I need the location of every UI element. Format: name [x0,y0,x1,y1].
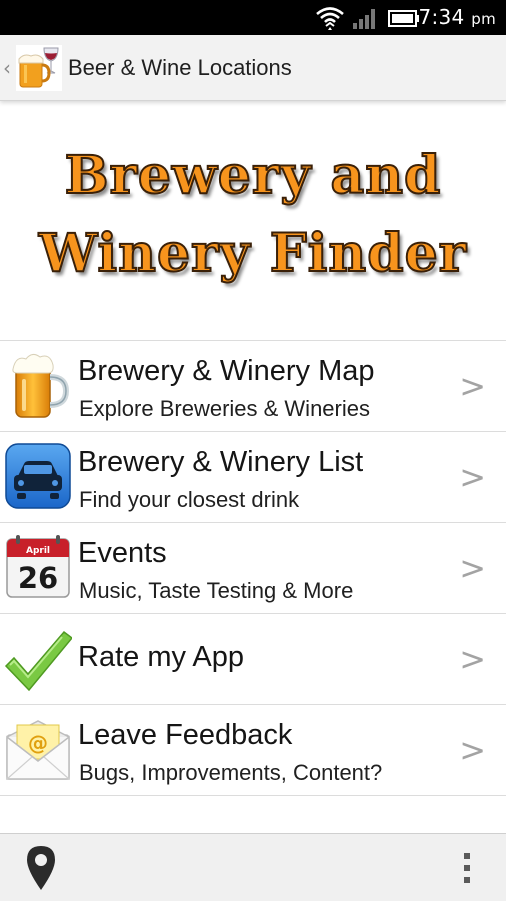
menu-item-title: Rate my App [78,641,245,673]
chevron-left-icon[interactable]: ‹ [3,56,11,80]
menu-item-subtitle: Bugs, Improvements, Content? [79,760,383,785]
page-title: Beer & Wine Locations [68,55,292,80]
car-icon [5,443,71,509]
banner-line-1: Brewery and [64,144,442,207]
menu-item-brewery-list[interactable]: Brewery & Winery List Find your closest … [0,432,506,523]
beer-mug-icon [12,353,70,418]
chevron-right-icon: > [459,367,486,405]
menu-item-title: Brewery & Winery Map [78,355,375,387]
menu-item-title: Events [78,537,167,569]
menu-item-feedback[interactable]: @ Leave Feedback Bugs, Improvements, Con… [0,705,506,796]
chevron-right-icon: > [459,549,486,587]
menu-item-title: Leave Feedback [78,719,293,751]
location-pin-icon[interactable] [24,844,58,892]
calendar-icon: April 26 [6,535,70,598]
menu-item-subtitle: Music, Taste Testing & More [79,578,354,603]
menu-item-brewery-map[interactable]: Brewery & Winery Map Explore Breweries &… [0,341,506,432]
battery-icon [388,10,419,27]
action-bar: ‹ Beer & Wine Locations [0,35,506,101]
signal-icon [353,9,375,29]
banner-line-2: Winery Finder [38,222,468,285]
chevron-right-icon: > [459,458,486,496]
menu-item-rate-app[interactable]: Rate my App > [0,614,506,705]
overflow-menu-icon[interactable] [462,852,472,884]
calendar-month: April [26,546,50,556]
menu-item-events[interactable]: April 26 Events Music, Taste Testing & M… [0,523,506,614]
bottom-bar [0,833,506,901]
svg-text:@: @ [28,731,48,755]
menu-item-title: Brewery & Winery List [78,446,364,478]
chevron-right-icon: > [459,731,486,769]
status-time: 7:34 pm [418,5,496,29]
calendar-day: 26 [18,561,58,595]
wifi-icon [316,7,344,30]
menu-item-subtitle: Find your closest drink [79,487,300,512]
chevron-right-icon: > [459,640,486,678]
email-icon: @ [6,720,70,780]
beer-wine-logo[interactable] [16,45,62,91]
app-banner: Brewery and Winery Finder [0,135,506,305]
menu-item-subtitle: Explore Breweries & Wineries [79,396,370,421]
status-bar: 7:34 pm [0,0,506,35]
menu-list: Brewery & Winery Map Explore Breweries &… [0,340,506,796]
checkmark-icon [4,630,72,692]
